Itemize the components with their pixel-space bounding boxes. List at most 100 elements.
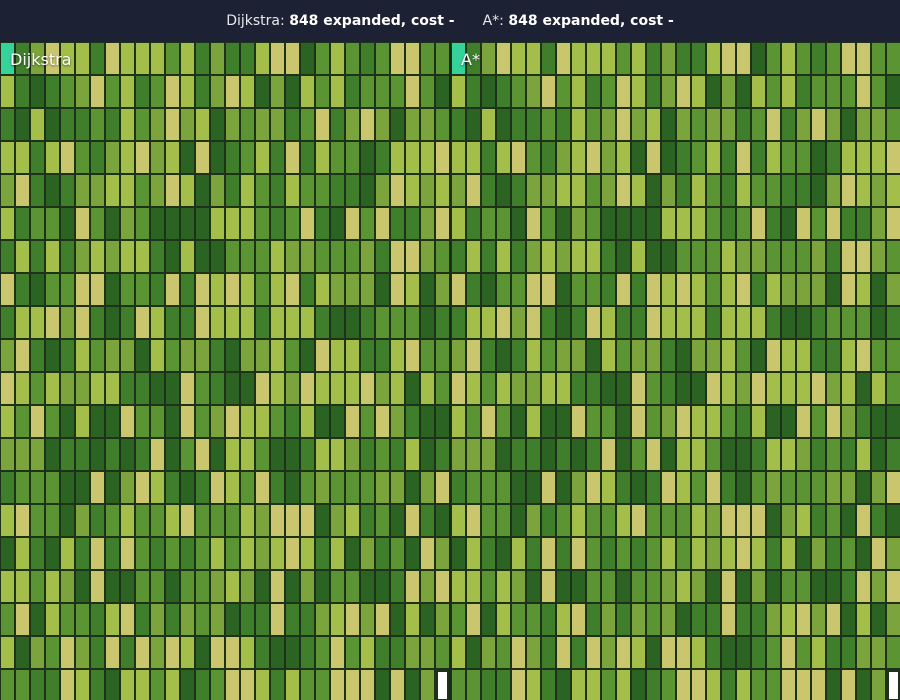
goal-cell[interactable]	[435, 669, 449, 700]
grid-cell[interactable]	[706, 405, 721, 438]
grid-cell[interactable]	[360, 273, 375, 306]
grid-cell[interactable]	[676, 174, 691, 207]
grid-cell[interactable]	[315, 42, 330, 75]
goal-cell[interactable]	[886, 669, 900, 700]
grid-cell[interactable]	[0, 372, 15, 405]
grid-cell[interactable]	[691, 405, 706, 438]
grid-cell[interactable]	[451, 504, 466, 537]
grid-cell[interactable]	[60, 42, 75, 75]
grid-cell[interactable]	[466, 141, 481, 174]
grid-cell[interactable]	[345, 141, 360, 174]
grid-cell[interactable]	[466, 174, 481, 207]
grid-cell[interactable]	[676, 537, 691, 570]
grid-cell[interactable]	[45, 42, 60, 75]
grid-cell[interactable]	[345, 75, 360, 108]
grid-cell[interactable]	[796, 603, 811, 636]
grid-cell[interactable]	[886, 339, 900, 372]
grid-cell[interactable]	[616, 405, 631, 438]
grid-cell[interactable]	[721, 306, 736, 339]
grid-cell[interactable]	[871, 438, 886, 471]
grid-cell[interactable]	[886, 471, 900, 504]
grid-cell[interactable]	[886, 141, 900, 174]
grid-cell[interactable]	[120, 438, 135, 471]
grid-cell[interactable]	[345, 174, 360, 207]
grid-cell[interactable]	[871, 636, 886, 669]
grid-cell[interactable]	[691, 75, 706, 108]
grid-cell[interactable]	[240, 504, 255, 537]
grid-cell[interactable]	[300, 306, 315, 339]
grid-cell[interactable]	[180, 372, 195, 405]
grid-cell[interactable]	[451, 372, 466, 405]
grid-cell[interactable]	[721, 207, 736, 240]
grid-cell[interactable]	[466, 537, 481, 570]
grid-cell[interactable]	[661, 471, 676, 504]
grid-cell[interactable]	[646, 306, 661, 339]
grid-cell[interactable]	[435, 372, 449, 405]
grid-cell[interactable]	[30, 570, 45, 603]
grid-cell[interactable]	[571, 669, 586, 700]
grid-cell[interactable]	[435, 306, 449, 339]
grid-cell[interactable]	[300, 339, 315, 372]
grid-cell[interactable]	[631, 42, 646, 75]
grid-cell[interactable]	[826, 504, 841, 537]
grid-cell[interactable]	[691, 504, 706, 537]
grid-cell[interactable]	[285, 240, 300, 273]
grid-cell[interactable]	[541, 603, 556, 636]
grid-cell[interactable]	[300, 240, 315, 273]
grid-cell[interactable]	[811, 669, 826, 700]
grid-cell[interactable]	[556, 240, 571, 273]
grid-cell[interactable]	[871, 669, 886, 700]
grid-cell[interactable]	[105, 240, 120, 273]
grid-cell[interactable]	[90, 42, 105, 75]
grid-cell[interactable]	[826, 273, 841, 306]
grid-cell[interactable]	[616, 669, 631, 700]
grid-cell[interactable]	[826, 405, 841, 438]
grid-cell[interactable]	[120, 141, 135, 174]
grid-cell[interactable]	[631, 471, 646, 504]
grid-cell[interactable]	[330, 273, 345, 306]
grid-cell[interactable]	[135, 42, 150, 75]
grid-cell[interactable]	[556, 504, 571, 537]
grid-cell[interactable]	[120, 174, 135, 207]
grid-cell[interactable]	[661, 570, 676, 603]
grid-cell[interactable]	[631, 339, 646, 372]
grid-cell[interactable]	[631, 174, 646, 207]
grid-cell[interactable]	[676, 504, 691, 537]
grid-cell[interactable]	[30, 108, 45, 141]
grid-cell[interactable]	[691, 339, 706, 372]
grid-cell[interactable]	[511, 273, 526, 306]
grid-cell[interactable]	[601, 306, 616, 339]
grid-cell[interactable]	[180, 570, 195, 603]
grid-cell[interactable]	[195, 273, 210, 306]
grid-cell[interactable]	[360, 339, 375, 372]
grid-cell[interactable]	[841, 372, 856, 405]
grid-cell[interactable]	[60, 471, 75, 504]
grid-cell[interactable]	[375, 42, 390, 75]
grid-cell[interactable]	[255, 306, 270, 339]
grid-cell[interactable]	[646, 339, 661, 372]
grid-cell[interactable]	[180, 75, 195, 108]
grid-cell[interactable]	[405, 669, 420, 700]
grid-cell[interactable]	[300, 174, 315, 207]
grid-cell[interactable]	[180, 108, 195, 141]
grid-cell[interactable]	[165, 471, 180, 504]
grid-cell[interactable]	[481, 438, 496, 471]
grid-cell[interactable]	[300, 108, 315, 141]
grid-cell[interactable]	[225, 603, 240, 636]
grid-cell[interactable]	[435, 240, 449, 273]
grid-cell[interactable]	[631, 372, 646, 405]
grid-cell[interactable]	[706, 504, 721, 537]
grid-cell[interactable]	[345, 42, 360, 75]
grid-cell[interactable]	[511, 372, 526, 405]
grid-cell[interactable]	[706, 306, 721, 339]
grid-cell[interactable]	[345, 273, 360, 306]
grid-cell[interactable]	[871, 405, 886, 438]
grid-cell[interactable]	[496, 273, 511, 306]
grid-cell[interactable]	[466, 438, 481, 471]
grid-cell[interactable]	[571, 603, 586, 636]
grid-cell[interactable]	[781, 504, 796, 537]
grid-cell[interactable]	[691, 372, 706, 405]
grid-cell[interactable]	[270, 636, 285, 669]
grid-cell[interactable]	[781, 603, 796, 636]
grid-cell[interactable]	[871, 537, 886, 570]
